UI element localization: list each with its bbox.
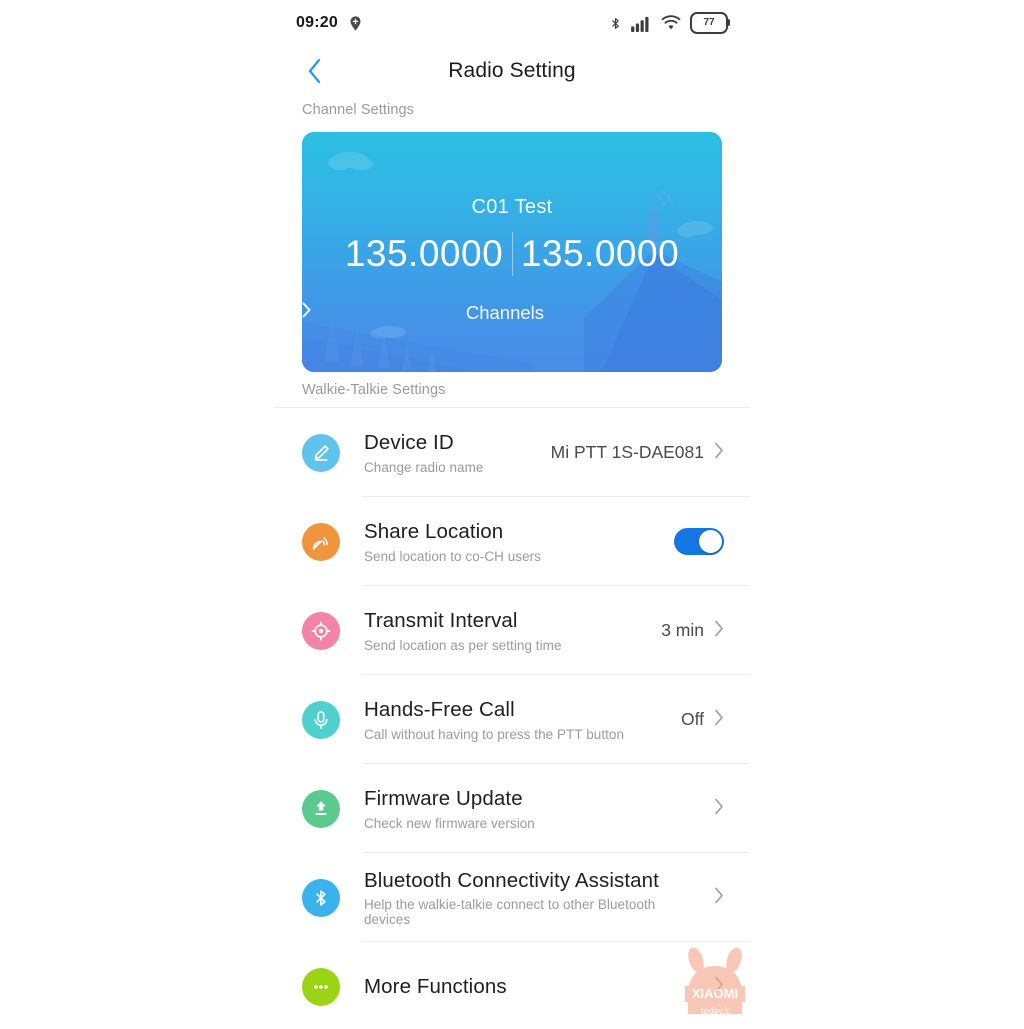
bluetooth-icon	[609, 14, 622, 33]
frequency-tx: 135.0000	[520, 233, 680, 274]
setting-title: More Functions	[364, 974, 507, 998]
status-bar-right: 77	[609, 12, 730, 34]
upload-arrow-icon	[302, 789, 340, 828]
setting-title: Hands-Free Call	[364, 698, 515, 722]
setting-title: Share Location	[364, 520, 504, 544]
setting-subtitle: Send location to co-CH users	[364, 548, 541, 564]
channels-link-label: Channels	[465, 302, 545, 323]
setting-text-share-location: Share Location Send location to co-CH us…	[364, 519, 664, 564]
chevron-right-icon	[714, 887, 724, 909]
microphone-icon	[302, 700, 340, 739]
setting-control-share-location[interactable]	[674, 528, 724, 555]
toggle-knob	[699, 530, 722, 553]
setting-title: Device ID	[364, 431, 454, 455]
setting-text-firmware-update: Firmware Update Check new firmware versi…	[364, 786, 694, 831]
setting-subtitle: Help the walkie-talkie connect to other …	[364, 897, 656, 928]
setting-value: Mi PTT 1S-DAE081	[550, 442, 704, 462]
chevron-right-icon	[714, 620, 724, 642]
setting-subtitle: Change radio name	[364, 459, 484, 475]
crosshair-target-icon	[302, 611, 340, 650]
location-pin-icon	[347, 15, 364, 32]
frequency-row: 135.0000 135.0000	[302, 232, 722, 276]
ellipsis-icon	[302, 967, 340, 1006]
setting-control-transmit-interval[interactable]: 3 min	[661, 620, 724, 642]
status-time: 09:20	[296, 14, 338, 31]
setting-text-bluetooth-assistant: Bluetooth Connectivity Assistant Help th…	[364, 868, 694, 928]
chevron-right-icon	[714, 442, 724, 464]
channels-link[interactable]: Channels	[302, 302, 722, 324]
page-title: Radio Setting	[448, 59, 576, 82]
setting-row-bluetooth-assistant[interactable]: Bluetooth Connectivity Assistant Help th…	[274, 853, 750, 942]
cellular-signal-icon	[631, 15, 652, 32]
setting-control-firmware-update[interactable]	[704, 798, 724, 820]
back-button[interactable]	[298, 54, 332, 88]
broadcast-location-icon	[302, 522, 340, 561]
share-location-toggle[interactable]	[674, 528, 724, 555]
chevron-right-icon	[714, 976, 724, 998]
pen-edit-icon	[302, 433, 340, 472]
setting-text-more-functions: More Functions	[364, 974, 704, 1000]
phone-screen: 09:20 77 Radio Setting Channel Settings …	[0, 0, 1024, 1024]
setting-control-more-functions[interactable]	[714, 976, 724, 998]
setting-value: Off	[680, 709, 704, 729]
section-label-channel-settings: Channel Settings	[302, 102, 415, 118]
setting-row-hands-free-call[interactable]: Hands-Free Call Call without having to p…	[274, 675, 750, 764]
chevron-right-icon	[714, 798, 724, 820]
setting-text-device-id: Device ID Change radio name	[364, 430, 541, 475]
settings-list: Device ID Change radio name Mi PTT 1S-DA…	[274, 408, 750, 1024]
setting-row-firmware-update[interactable]: Firmware Update Check new firmware versi…	[274, 764, 750, 853]
setting-row-share-location[interactable]: Share Location Send location to co-CH us…	[274, 497, 750, 586]
setting-text-transmit-interval: Transmit Interval Send location as per s…	[364, 608, 651, 653]
wifi-icon	[661, 15, 681, 31]
status-bar: 09:20 77	[274, 0, 750, 46]
channel-name: C01 Test	[471, 196, 553, 218]
battery-level: 77	[703, 17, 715, 28]
section-label-walkie-talkie: Walkie-Talkie Settings	[302, 382, 446, 398]
frequency-rx: 135.0000	[344, 233, 504, 274]
setting-subtitle: Call without having to press the PTT but…	[364, 726, 625, 742]
setting-title: Bluetooth Connectivity Assistant	[364, 868, 659, 892]
channel-card[interactable]: C01 Test 135.0000 135.0000 Channels	[302, 132, 722, 372]
setting-title: Transmit Interval	[364, 609, 518, 633]
setting-control-device-id[interactable]: Mi PTT 1S-DAE081	[551, 442, 724, 464]
bluetooth-icon	[302, 878, 340, 917]
setting-text-hands-free-call: Hands-Free Call Call without having to p…	[364, 697, 671, 742]
setting-title: Firmware Update	[364, 787, 523, 811]
setting-control-bluetooth-assistant[interactable]	[704, 887, 724, 909]
setting-row-more-functions[interactable]: More Functions	[274, 942, 750, 1024]
navigation-bar: Radio Setting	[274, 46, 750, 96]
setting-control-hands-free-call[interactable]: Off	[681, 709, 724, 731]
setting-subtitle: Send location as per setting time	[364, 637, 562, 653]
setting-subtitle: Check new firmware version	[364, 815, 535, 831]
status-bar-left: 09:20	[296, 14, 364, 32]
settings-scroll-area[interactable]: Channel Settings C01 Test 135.0000 135.0…	[274, 96, 750, 1024]
setting-row-transmit-interval[interactable]: Transmit Interval Send location as per s…	[274, 586, 750, 675]
setting-value: 3 min	[661, 620, 704, 640]
chevron-left-icon	[307, 58, 323, 84]
battery-indicator: 77	[690, 12, 730, 34]
setting-row-device-id[interactable]: Device ID Change radio name Mi PTT 1S-DA…	[274, 408, 750, 497]
chevron-right-icon	[714, 709, 724, 731]
